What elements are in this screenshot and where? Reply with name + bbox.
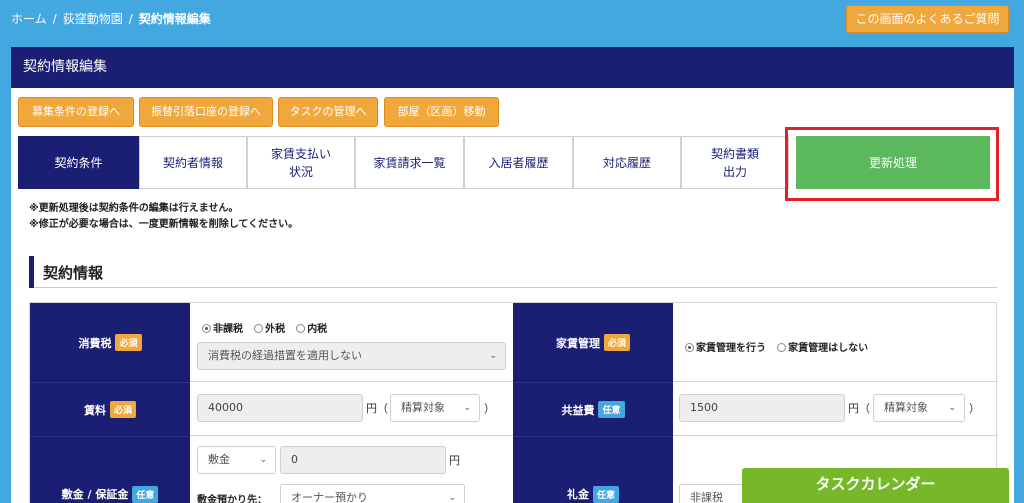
deposit-label-text: 敷金 / 保証金 [61, 488, 129, 501]
optional-badge: 任意 [132, 485, 159, 503]
rent-mgmt-label: 家賃管理 必須 [513, 303, 673, 382]
common-fee-cell: 1500 円（ 精算対象 ⌄ ） [673, 382, 998, 436]
required-badge: 必須 [603, 334, 630, 351]
tax-label: 消費税 必須 [30, 303, 190, 382]
deposit-holder-select[interactable]: オーナー預かり ⌄ [280, 484, 465, 503]
select-value: 精算対象 [401, 401, 445, 414]
rent-mgmt-cell: 家賃管理を行う 家賃管理はしない [673, 303, 998, 382]
note-line: ※修正が必要な場合は、一度更新情報を削除してください。 [29, 219, 299, 230]
rent-close: ） [484, 402, 495, 415]
rent-mgmt-label-text: 家賃管理 [555, 336, 600, 350]
breadcrumb: ホーム / 荻窪動物園 / 契約情報編集 [11, 10, 211, 27]
deposit-holder-label: 敷金預かり先： [197, 495, 267, 503]
select-value: 敷金 [208, 453, 230, 466]
tax-label-text: 消費税 [78, 336, 112, 350]
tab-rent-billing-list[interactable]: 家賃請求一覧 [355, 136, 464, 189]
common-fee-close: ） [969, 402, 980, 415]
panel-title: 契約情報編集 [11, 47, 1014, 88]
breadcrumb-zoo[interactable]: 荻窪動物園 [63, 12, 123, 26]
select-value: 非課税 [690, 491, 723, 503]
chevron-down-icon: ⌄ [489, 351, 497, 361]
rent-settle-select[interactable]: 精算対象 ⌄ [390, 394, 480, 422]
deposit-amount-input[interactable]: 0 [280, 446, 446, 474]
tab-contract-docs-output[interactable]: 契約書類出力 [681, 136, 789, 189]
tab-contract-conditions[interactable]: 契約条件 [18, 136, 139, 189]
top-bar: ホーム / 荻窪動物園 / 契約情報編集 この画面のよくあるご質問 [0, 0, 1024, 40]
rent-input[interactable]: 40000 [197, 394, 363, 422]
rent-cell: 40000 円（ 精算対象 ⌄ ） [190, 382, 513, 436]
radio-label: 家賃管理はしない [788, 343, 869, 354]
deposit-label: 敷金 / 保証金 任意 [30, 436, 190, 503]
renewal-tab-highlight [785, 127, 999, 201]
note-line: ※更新処理後は契約条件の編集は行えません。 [29, 203, 239, 214]
chevron-down-icon: ⌄ [463, 403, 471, 413]
radio-tax-exempt[interactable] [202, 324, 211, 333]
common-fee-label-text: 共益費 [561, 403, 595, 417]
required-badge: 必須 [115, 334, 142, 351]
main-panel: 契約情報編集 募集条件の登録へ 振替引落口座の登録へ タスクの管理へ 部屋（区画… [11, 47, 1014, 503]
select-value: 精算対象 [884, 401, 928, 414]
task-management-button[interactable]: タスクの管理へ [278, 97, 378, 127]
chevron-down-icon: ⌄ [448, 493, 456, 503]
faq-button[interactable]: この画面のよくあるご質問 [846, 5, 1009, 33]
rent-unit: 円（ [366, 402, 388, 415]
breadcrumb-home[interactable]: ホーム [11, 12, 47, 26]
radio-tax-internal[interactable] [296, 324, 306, 333]
chevron-down-icon: ⌄ [948, 403, 956, 413]
rent-label: 賃料 必須 [30, 382, 190, 436]
recruit-conditions-button[interactable]: 募集条件の登録へ [18, 97, 134, 127]
common-fee-settle-select[interactable]: 精算対象 ⌄ [873, 394, 965, 422]
select-value: 消費税の経過措置を適用しない [208, 349, 362, 362]
tab-response-history[interactable]: 対応履歴 [573, 136, 681, 189]
section-header: 契約情報 [29, 256, 997, 288]
tax-radio-group: 非課税 外税 内税 [202, 317, 333, 336]
radio-rent-mgmt-no[interactable] [777, 343, 787, 352]
radio-label: 家賃管理を行う [696, 343, 766, 354]
optional-badge: 任意 [598, 401, 625, 418]
tab-rent-payment-status[interactable]: 家賃支払い状況 [247, 136, 355, 189]
common-fee-input[interactable]: 1500 [679, 394, 845, 422]
section-accent-bar [29, 256, 34, 288]
notes: ※更新処理後は契約条件の編集は行えません。 ※修正が必要な場合は、一度更新情報を… [29, 201, 298, 233]
key-money-label: 礼金 任意 [513, 436, 673, 503]
optional-badge: 任意 [592, 485, 619, 503]
radio-tax-external[interactable] [254, 324, 264, 333]
required-badge: 必須 [109, 401, 136, 418]
key-money-label-text: 礼金 [566, 488, 589, 501]
radio-label: 非課税 [213, 324, 243, 335]
deposit-type-select[interactable]: 敷金 ⌄ [197, 446, 276, 474]
radio-label: 内税 [307, 324, 328, 335]
task-calendar-button[interactable]: タスクカレンダー [742, 468, 1009, 503]
section-title: 契約情報 [43, 264, 104, 282]
radio-label: 外税 [265, 324, 286, 335]
select-value: オーナー預かり [291, 491, 368, 503]
chevron-down-icon: ⌄ [259, 455, 267, 465]
rent-mgmt-radio-group: 家賃管理を行う 家賃管理はしない [685, 336, 874, 355]
breadcrumb-separator: / [128, 12, 133, 26]
radio-rent-mgmt-yes[interactable] [685, 343, 694, 352]
tax-transition-select[interactable]: 消費税の経過措置を適用しない ⌄ [197, 342, 506, 370]
room-move-button[interactable]: 部屋（区画）移動 [384, 97, 499, 127]
deposit-cell: 敷金 ⌄ 0 円 敷金預かり先： オーナー預かり ⌄ [190, 436, 513, 503]
common-fee-unit: 円（ [848, 402, 870, 415]
tab-contractor-info[interactable]: 契約者情報 [139, 136, 247, 189]
breadcrumb-current: 契約情報編集 [138, 12, 211, 26]
tab-tenant-history[interactable]: 入居者履歴 [464, 136, 573, 189]
tax-cell: 非課税 外税 内税 消費税の経過措置を適用しない ⌄ [190, 303, 513, 382]
common-fee-label: 共益費 任意 [513, 382, 673, 436]
deposit-unit: 円 [449, 454, 460, 467]
breadcrumb-separator: / [52, 12, 57, 26]
transfer-account-button[interactable]: 振替引落口座の登録へ [139, 97, 273, 127]
rent-label-text: 賃料 [83, 403, 106, 417]
